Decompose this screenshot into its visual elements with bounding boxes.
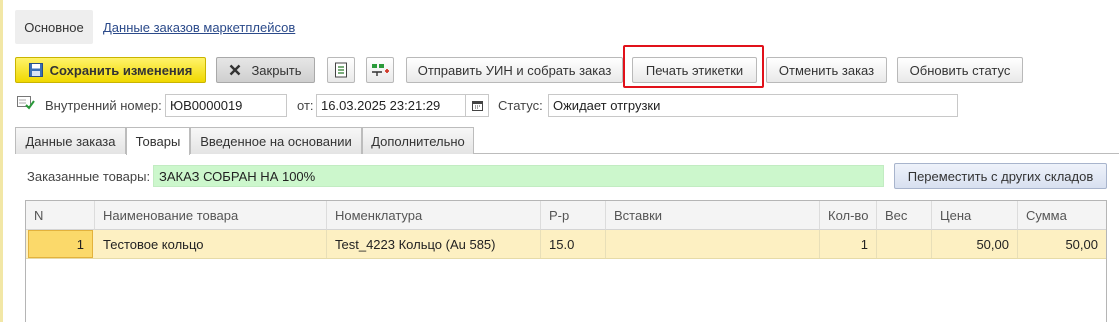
posted-document-icon [17, 96, 35, 110]
column-header-inserts[interactable]: Вставки [606, 201, 820, 230]
cell-inserts[interactable] [606, 230, 820, 258]
cell-product-name[interactable]: Тестовое кольцо [95, 230, 327, 258]
update-status-button[interactable]: Обновить статус [897, 57, 1023, 83]
nav-tab-main-label: Основное [24, 19, 84, 35]
send-uin-label: Отправить УИН и собрать заказ [417, 62, 612, 78]
close-button[interactable]: Закрыть [216, 57, 315, 83]
column-header-sum[interactable]: Сумма [1018, 201, 1106, 230]
add-structure-icon [372, 64, 389, 76]
save-changes-button[interactable]: Сохранить изменения [15, 57, 206, 83]
calendar-icon [471, 101, 483, 111]
add-structure-button[interactable] [366, 57, 394, 83]
date-label: от: [297, 97, 314, 113]
tab-additional[interactable]: Дополнительно [362, 127, 474, 154]
internal-number-label: Внутренний номер: [45, 97, 162, 113]
tab-based-on[interactable]: Введенное на основании [190, 127, 362, 154]
close-x-icon [230, 64, 241, 76]
internal-number-value: ЮВ0000019 [170, 98, 243, 113]
cell-size[interactable]: 15.0 [541, 230, 606, 258]
column-header-weight[interactable]: Вес [877, 201, 932, 230]
nav-tab-main[interactable]: Основное [15, 10, 93, 44]
ordered-goods-label: Заказанные товары: [27, 168, 151, 184]
cell-n[interactable]: 1 [28, 230, 93, 258]
cancel-order-button[interactable]: Отменить заказ [766, 57, 887, 83]
status-value: Ожидает отгрузки [553, 98, 661, 113]
nav-link-marketplace[interactable]: Данные заказов маркетплейсов [103, 10, 295, 44]
assembly-progress-bar: ЗАКАЗ СОБРАН НА 100% [153, 165, 884, 187]
move-from-warehouses-button[interactable]: Переместить с других складов [894, 163, 1107, 189]
column-header-size[interactable]: Р-р [541, 201, 606, 230]
column-header-price[interactable]: Цена [932, 201, 1018, 230]
tab-order-data-label: Данные заказа [25, 133, 116, 149]
column-header-n[interactable]: N [26, 201, 95, 230]
save-icon [28, 63, 43, 77]
cell-nomenclature[interactable]: Test_4223 Кольцо (Au 585) [327, 230, 541, 258]
send-uin-button[interactable]: Отправить УИН и собрать заказ [406, 57, 623, 83]
update-status-label: Обновить статус [909, 62, 1011, 78]
tab-based-on-label: Введенное на основании [200, 133, 352, 149]
date-field[interactable]: 16.03.2025 23:21:29 [316, 94, 466, 117]
cell-weight[interactable] [877, 230, 932, 258]
tab-additional-label: Дополнительно [371, 133, 465, 149]
status-label: Статус: [498, 97, 543, 113]
table-row[interactable]: 1 Тестовое кольцо Test_4223 Кольцо (Au 5… [26, 230, 1106, 259]
goods-table[interactable]: N Наименование товара Номенклатура Р-р В… [25, 200, 1107, 322]
tab-order-data[interactable]: Данные заказа [15, 127, 126, 154]
cell-price[interactable]: 50,00 [932, 230, 1018, 258]
assembly-progress-text: ЗАКАЗ СОБРАН НА 100% [159, 168, 316, 184]
cell-sum[interactable]: 50,00 [1018, 230, 1106, 258]
cancel-order-label: Отменить заказ [778, 62, 875, 78]
print-labels-highlight [623, 45, 764, 88]
cell-quantity[interactable]: 1 [820, 230, 877, 258]
status-field: Ожидает отгрузки [548, 94, 958, 117]
save-changes-label: Сохранить изменения [49, 62, 193, 78]
move-from-warehouses-label: Переместить с других складов [907, 168, 1094, 184]
report-button[interactable] [327, 57, 355, 83]
calendar-button[interactable] [466, 94, 489, 117]
column-header-nomenclature[interactable]: Номенклатура [327, 201, 541, 230]
report-icon [335, 62, 347, 78]
tab-goods[interactable]: Товары [126, 127, 190, 155]
date-value: 16.03.2025 23:21:29 [321, 98, 441, 113]
column-header-quantity[interactable]: Кол-во [820, 201, 877, 230]
tab-goods-label: Товары [135, 134, 181, 149]
left-edge-stripe [0, 0, 3, 322]
close-label: Закрыть [251, 62, 302, 78]
internal-number-field[interactable]: ЮВ0000019 [165, 94, 287, 117]
column-header-product-name[interactable]: Наименование товара [95, 201, 327, 230]
